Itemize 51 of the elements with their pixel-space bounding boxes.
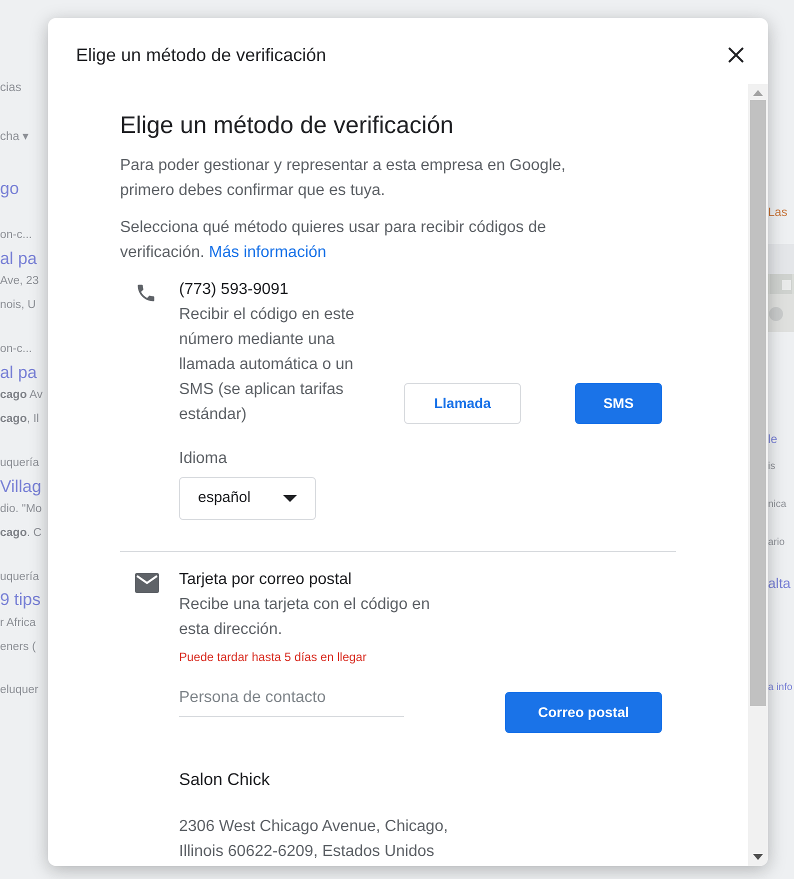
method-description: Recibir el código en este número mediante una llamada automática o un SMS (se aplican tarifas estándar) [179,304,356,425]
result-snippet: nois, U [0,299,37,313]
method-title: (773) 593-9091 [179,280,290,300]
intro-text: Para poder gestionar y representar a esta empresa en Google, primero debes confirmar que es tuya. [120,156,567,201]
tab-label: Las [768,205,788,220]
filter-label: cias [0,80,22,94]
result-snippet: Ave, 23 [0,275,40,290]
result-snippet: eners ( [0,640,37,654]
link[interactable]: a info [768,682,794,694]
result-category: eluquer [0,684,40,698]
result-snippet: dio. "Mo [0,502,43,517]
scrollbar-thumb[interactable] [750,100,766,706]
result-category: on-c... [0,342,33,357]
verify-button[interactable]: Llamada [404,382,521,424]
result-category: on-c... [0,229,33,243]
result-snippet: nica [768,498,788,511]
result-title[interactable]: Villag [0,476,48,497]
verify-button[interactable]: Correo postal [505,692,662,733]
delivery-note: Puede tardar hasta 5 días en llegar [179,648,368,666]
link[interactable]: le [768,432,794,447]
business-name: Salon Chick [179,768,271,791]
result-category: uquería [0,456,40,471]
dialog-heading: Elige un método de verificación [120,112,455,141]
filter-label: cha ▾ [0,129,30,144]
method-title: Tarjeta por correo postal [179,570,353,590]
mail-icon [135,572,159,593]
result-snippet: r Africa [0,616,37,630]
result-title[interactable]: al pa [0,248,48,270]
business-address: 2306 West Chicago Avenue, Chicago, Illinois 60622-6209, Estados Unidos [179,817,449,862]
dropdown-caret-icon [283,494,297,502]
result-snippet: is [768,460,776,473]
result-snippet: cago, Il [0,412,40,427]
instruction-text: Selecciona qué método quieres usar para recibir códigos de verificación. Más información [120,218,548,263]
close-icon [728,47,744,63]
result-snippet: cago Av [0,389,44,403]
result-title[interactable]: al pa [0,362,48,384]
more-info-link[interactable]: Más información [208,244,326,261]
result-title[interactable]: 9 tips [0,590,48,611]
result-title[interactable]: alta [768,574,794,592]
language-select[interactable]: español [179,476,316,520]
result-snippet: ario [768,536,786,549]
scrollbar[interactable] [748,84,768,866]
scroll-down-icon[interactable] [753,854,763,860]
result-title[interactable]: go [0,178,48,200]
result-category: uquería [0,570,40,584]
verify-button[interactable]: SMS [575,382,662,424]
scroll-up-icon[interactable] [753,90,763,96]
language-label: Idioma [179,448,228,469]
result-snippet: cago. C [0,526,43,541]
dialog-title: Elige un método de verificación [76,44,326,67]
method-description: Recibe una tarjeta con el código en esta dirección. [179,594,431,640]
